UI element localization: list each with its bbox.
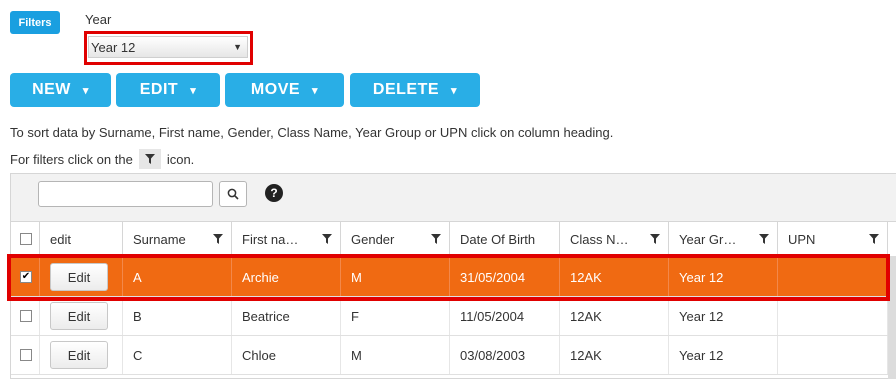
col-gender-label: Gender xyxy=(351,231,395,247)
sort-instructions: To sort data by Surname, First name, Gen… xyxy=(10,125,614,140)
caret-down-icon: ▾ xyxy=(190,84,197,97)
year-cell: Year 12 xyxy=(669,336,778,374)
surname-cell: B xyxy=(123,297,232,335)
row-select-cell xyxy=(11,297,40,335)
filter-icon[interactable] xyxy=(213,234,223,244)
search-icon xyxy=(227,188,239,200)
col-upn[interactable]: UPN xyxy=(778,222,888,256)
year-value: Year 12 xyxy=(679,347,724,363)
gender-value: M xyxy=(351,347,362,363)
year-label: Year xyxy=(85,12,112,27)
filter-instructions-suffix: icon. xyxy=(166,151,195,167)
first-name-value: Beatrice xyxy=(242,308,290,324)
dob-cell: 03/08/2003 xyxy=(450,336,560,374)
gender-cell: F xyxy=(341,297,450,335)
help-icon[interactable]: ? xyxy=(265,184,283,202)
filters-badge[interactable]: Filters xyxy=(10,11,60,34)
dob-cell: 11/05/2004 xyxy=(450,297,560,335)
col-dob-label: Date Of Birth xyxy=(460,231,536,247)
surname-value: B xyxy=(133,308,142,324)
col-year[interactable]: Year Gr… xyxy=(669,222,778,256)
upn-cell xyxy=(778,297,888,335)
search-input[interactable] xyxy=(38,181,213,207)
caret-down-icon: ▾ xyxy=(82,84,89,97)
surname-cell: C xyxy=(123,336,232,374)
col-first-name-label: First na… xyxy=(242,231,299,247)
caret-down-icon: ▾ xyxy=(451,84,458,97)
table-row[interactable]: Edit C Chloe M 03/08/2003 12AK Year 12 xyxy=(11,336,896,375)
col-class[interactable]: Class N… xyxy=(560,222,669,256)
dob-value: 03/08/2003 xyxy=(460,347,526,363)
col-first-name[interactable]: First na… xyxy=(232,222,341,256)
filter-icon[interactable] xyxy=(431,234,441,244)
filter-icon[interactable] xyxy=(759,234,769,244)
first-name-cell: Chloe xyxy=(232,336,341,374)
move-button[interactable]: MOVE ▾ xyxy=(225,73,344,107)
first-name-cell: Beatrice xyxy=(232,297,341,335)
col-edit-label: edit xyxy=(50,231,71,247)
select-all-checkbox[interactable] xyxy=(20,233,32,245)
edit-cell: Edit xyxy=(40,297,123,335)
row-checkbox[interactable] xyxy=(20,349,32,361)
col-upn-label: UPN xyxy=(788,231,816,247)
row-edit-button[interactable]: Edit xyxy=(50,302,108,330)
delete-label: DELETE xyxy=(372,81,440,98)
year-value: Year 12 xyxy=(679,308,724,324)
col-class-label: Class N… xyxy=(570,231,629,247)
filter-icon xyxy=(138,149,161,169)
edit-cell: Edit xyxy=(40,336,123,374)
gender-cell: M xyxy=(341,336,450,374)
class-cell: 12AK xyxy=(560,297,669,335)
grid-toolbar: ? xyxy=(11,174,896,222)
upn-cell xyxy=(778,336,888,374)
class-value: 12AK xyxy=(570,308,602,324)
move-label: MOVE xyxy=(250,81,301,98)
grid-header: edit Surname First na… Gender Date Of Bi… xyxy=(11,222,896,257)
surname-value: C xyxy=(133,347,143,363)
class-value: 12AK xyxy=(570,347,602,363)
col-dob[interactable]: Date Of Birth xyxy=(450,222,560,256)
first-name-value: Chloe xyxy=(242,347,276,363)
new-label: NEW xyxy=(32,81,71,98)
table-row[interactable]: Edit B Beatrice F 11/05/2004 12AK Year 1… xyxy=(11,297,896,336)
filter-instructions-prefix: For filters click on the xyxy=(10,151,133,167)
edit-label: EDIT xyxy=(139,81,179,98)
filter-instructions: For filters click on the icon. xyxy=(10,149,194,169)
edit-button[interactable]: EDIT ▾ xyxy=(116,73,220,107)
col-gender[interactable]: Gender xyxy=(341,222,450,256)
col-year-label: Year Gr… xyxy=(679,231,737,247)
delete-button[interactable]: DELETE ▾ xyxy=(350,73,480,107)
caret-down-icon: ▾ xyxy=(312,84,319,97)
select-all-cell xyxy=(11,222,40,256)
year-select-highlight xyxy=(84,31,253,65)
filter-icon[interactable] xyxy=(869,234,879,244)
new-button[interactable]: NEW ▾ xyxy=(10,73,111,107)
filter-icon[interactable] xyxy=(322,234,332,244)
row-checkbox[interactable] xyxy=(20,310,32,322)
row-edit-button[interactable]: Edit xyxy=(50,341,108,369)
gender-value: F xyxy=(351,308,359,324)
col-surname-label: Surname xyxy=(133,231,186,247)
dob-value: 11/05/2004 xyxy=(460,308,525,324)
class-cell: 12AK xyxy=(560,336,669,374)
col-surname[interactable]: Surname xyxy=(123,222,232,256)
col-edit: edit xyxy=(40,222,123,256)
filter-icon[interactable] xyxy=(650,234,660,244)
selected-row-highlight xyxy=(7,254,890,301)
year-cell: Year 12 xyxy=(669,297,778,335)
search-button[interactable] xyxy=(219,181,247,207)
row-select-cell xyxy=(11,336,40,374)
